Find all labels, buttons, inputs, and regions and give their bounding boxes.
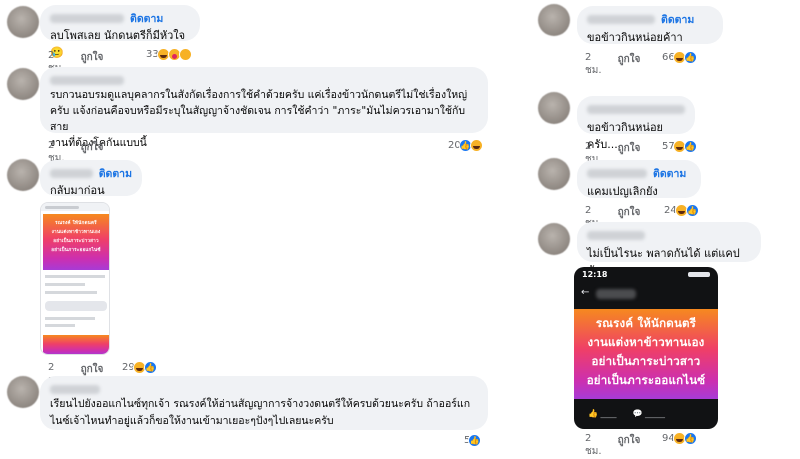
blurred-header [596, 289, 636, 299]
attached-image[interactable]: รณรงค์ ให้นักดนตรี งานแต่งหาข้าวทานเอง อ… [40, 202, 110, 355]
campaign-banner: รณรงค์ ให้นักดนตรี งานแต่งหาข้าวทานเอง อ… [574, 309, 718, 399]
comment-bubble: ติดตาม ลบโพสเลย นักดนตรีก็มีหัวใจ🥲 [40, 5, 200, 59]
avatar[interactable] [7, 376, 39, 408]
sad-icon [178, 48, 192, 61]
commenter-name[interactable] [587, 104, 685, 114]
reaction-summary[interactable]: 24 👍 [664, 204, 699, 217]
comment-bubble: ติดตาม กลับมาก่อนนนนนน [40, 160, 142, 214]
follow-button[interactable]: ติดตาม [130, 10, 163, 27]
avatar[interactable] [538, 223, 570, 255]
comment-bubble: ติดตาม ขอข้าวกินหน่อยค้าา [577, 6, 723, 44]
comment-text: เรียนไปยังออแกไนซ์ทุกเจ้า รณรงค์ให้อ่านส… [50, 398, 471, 427]
reaction-summary[interactable]: 94 👍 [662, 432, 697, 445]
follow-button[interactable]: ติดตาม [653, 165, 686, 182]
commenter-name[interactable] [50, 13, 124, 23]
thumbnail-caption: รณรงค์ ให้นักดนตรี งานแต่งหาข้าวทานเอง อ… [51, 221, 101, 253]
comment-text: แคมเปญเลิกยัง [587, 185, 658, 198]
comment-text: ขอข้าวกินหน่อยค้าา [587, 31, 683, 44]
avatar[interactable] [7, 6, 39, 38]
reaction-summary[interactable]: 33 [146, 48, 192, 61]
commenter-name[interactable] [50, 384, 100, 394]
comment-time[interactable]: 2 ชม. [585, 433, 602, 459]
like-icon: 👍 [468, 434, 482, 447]
commenter-name[interactable] [587, 14, 655, 24]
haha-icon [469, 139, 483, 152]
reaction-summary[interactable]: 5 👍 [464, 434, 482, 447]
commenter-name[interactable] [587, 230, 645, 240]
thumbnail-banner: รณรงค์ ให้นักดนตรี งานแต่งหาข้าวทานเอง อ… [43, 214, 109, 270]
like-icon: 👍 [685, 204, 699, 217]
comment-meta: 2 ชม. ถูกใจ [585, 52, 640, 78]
commenter-name[interactable] [50, 75, 124, 85]
like-icon: 👍 [683, 140, 697, 153]
reaction-summary[interactable]: 66 👍 [662, 51, 697, 64]
follow-button[interactable]: ติดตาม [661, 11, 694, 28]
like-button[interactable]: ถูกใจ [618, 52, 641, 78]
avatar[interactable] [7, 159, 39, 191]
avatar[interactable] [538, 92, 570, 124]
phone-action-bar: 👍 ____ 💬 _____ [574, 403, 718, 423]
thumbnail-banner-2 [43, 335, 109, 354]
reaction-summary[interactable]: 20 👍 [448, 139, 483, 152]
comment-meta: 2 ชม. ถูกใจ [585, 433, 640, 459]
follow-button[interactable]: ติดตาม [99, 165, 132, 182]
back-arrow-icon: ← [581, 287, 590, 298]
avatar[interactable] [7, 68, 39, 100]
commenter-name[interactable] [50, 168, 93, 178]
phone-status-icons [688, 272, 710, 277]
comment-text: รบกวนอบรมดูแลบุคลากรในสังกัดเรื่องการใช้… [50, 89, 468, 149]
comment-bubble: ไม่เป็นไรนะ พลาดกันได้ แต่แคปทัน [577, 222, 761, 277]
comment-bubble: ติดตาม แคมเปญเลิกยัง [577, 160, 701, 198]
avatar[interactable] [538, 158, 570, 190]
like-button[interactable]: ถูกใจ [618, 433, 641, 459]
comment-bubble: ขอข้าวกินหน่อยครับ.... [577, 96, 695, 151]
commenter-name[interactable] [587, 168, 647, 178]
avatar[interactable] [538, 4, 570, 36]
like-icon: 👍 [683, 51, 697, 64]
attached-image[interactable]: 12:18 ← รณรงค์ ให้นักดนตรี งานแต่งหาข้าว… [574, 267, 718, 429]
like-icon: 👍 [143, 361, 157, 374]
reaction-summary[interactable]: 57 👍 [662, 140, 697, 153]
reaction-summary[interactable]: 29 👍 [122, 361, 157, 374]
like-icon: 👍 ____ [588, 408, 617, 418]
like-icon: 👍 [683, 432, 697, 445]
comment-icon: 💬 _____ [632, 408, 666, 418]
phone-status-time: 12:18 [582, 270, 608, 279]
campaign-caption: รณรงค์ ให้นักดนตรี งานแต่งหาข้าวทานเอง อ… [586, 316, 706, 387]
comment-bubble: เรียนไปยังออแกไนซ์ทุกเจ้า รณรงค์ให้อ่านส… [40, 376, 488, 430]
comment-time[interactable]: 2 ชม. [585, 52, 602, 78]
comment-bubble: รบกวนอบรมดูแลบุคลากรในสังกัดเรื่องการใช้… [40, 67, 488, 149]
